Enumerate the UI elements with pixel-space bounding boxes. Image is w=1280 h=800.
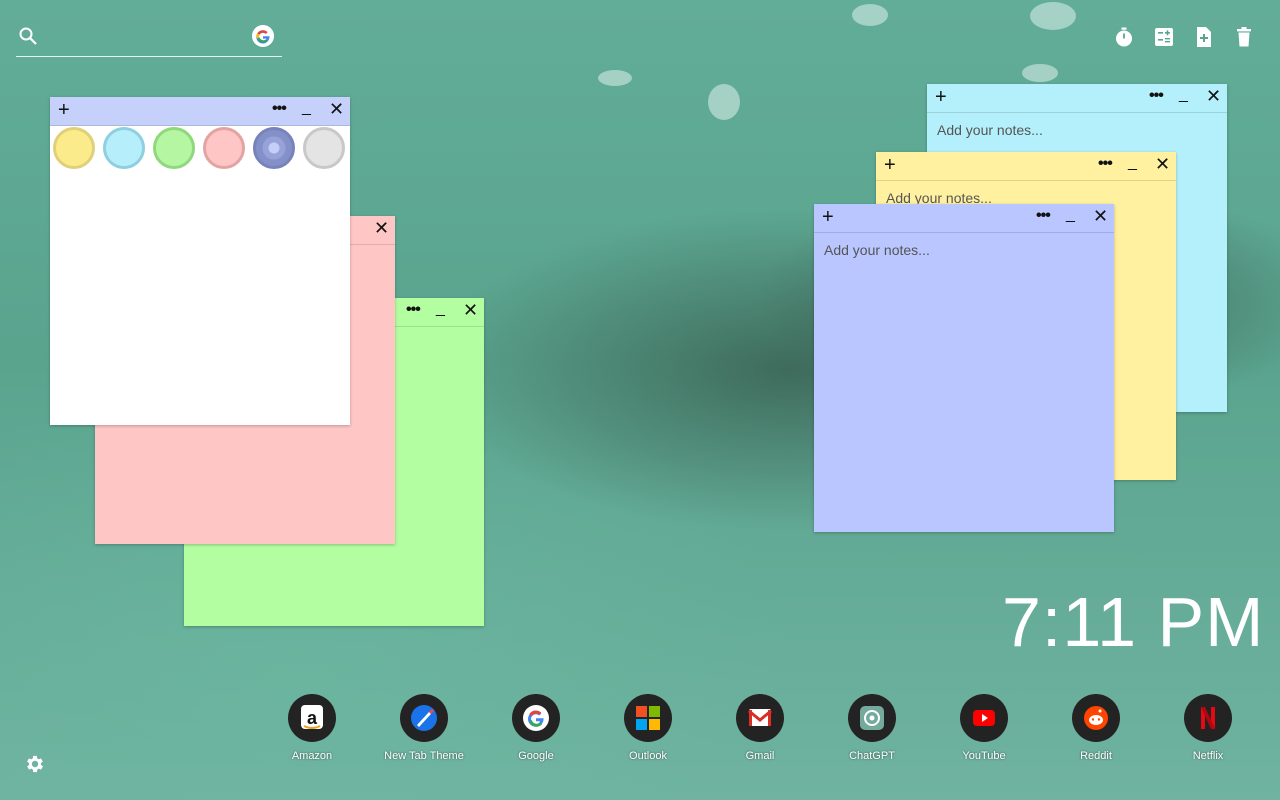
- bubble-decoration: [1022, 64, 1058, 82]
- color-swatch-green[interactable]: [153, 127, 195, 169]
- reddit-icon[interactable]: [1072, 694, 1120, 742]
- close-button[interactable]: ✕: [329, 100, 344, 118]
- add-note-button[interactable]: +: [58, 99, 70, 121]
- shortcut-new-tab-theme[interactable]: New Tab Theme: [369, 694, 479, 762]
- sticky-note-blue[interactable]: + ••• _ ✕ Add your notes...: [814, 204, 1114, 532]
- shortcut-google[interactable]: Google: [481, 694, 591, 762]
- shortcut-amazon[interactable]: a Amazon: [257, 694, 367, 762]
- shortcut-label: ChatGPT: [849, 750, 895, 762]
- search-bar[interactable]: [16, 24, 282, 57]
- more-options-button[interactable]: •••: [1098, 156, 1113, 172]
- more-options-button[interactable]: •••: [1036, 208, 1051, 224]
- shortcut-label: New Tab Theme: [384, 750, 464, 762]
- netflix-icon[interactable]: [1184, 694, 1232, 742]
- shortcut-label: Gmail: [745, 750, 775, 762]
- add-note-button[interactable]: +: [822, 206, 834, 228]
- add-note-button[interactable]: +: [884, 154, 896, 176]
- color-swatch-gray[interactable]: [303, 127, 345, 169]
- svg-text:a: a: [307, 708, 318, 728]
- more-options-button[interactable]: •••: [1149, 88, 1164, 104]
- color-swatch-pink[interactable]: [203, 127, 245, 169]
- minimize-button[interactable]: _: [1066, 206, 1075, 224]
- close-button[interactable]: ✕: [463, 301, 478, 319]
- calculator-icon[interactable]: [1153, 26, 1175, 48]
- note-titlebar[interactable]: + ••• _ ✕: [814, 204, 1114, 233]
- minimize-button[interactable]: _: [302, 99, 311, 117]
- close-button[interactable]: ✕: [1155, 155, 1170, 173]
- note-textarea[interactable]: Add your notes...: [824, 242, 1104, 258]
- shortcut-label: Amazon: [291, 750, 333, 762]
- close-button[interactable]: ✕: [1206, 87, 1221, 105]
- chatgpt-icon[interactable]: [848, 694, 896, 742]
- minimize-button[interactable]: _: [1128, 154, 1137, 172]
- bubble-decoration: [852, 4, 888, 26]
- shortcut-label: YouTube: [962, 750, 1006, 762]
- color-swatch-yellow[interactable]: [53, 127, 95, 169]
- add-note-icon[interactable]: [1193, 26, 1215, 48]
- youtube-icon[interactable]: [960, 694, 1008, 742]
- gear-icon[interactable]: [24, 753, 46, 775]
- trash-icon[interactable]: [1233, 26, 1255, 48]
- google-icon[interactable]: [252, 25, 274, 47]
- note-titlebar[interactable]: + ••• _ ✕: [927, 84, 1227, 113]
- timer-icon[interactable]: [1113, 26, 1135, 48]
- minimize-button[interactable]: _: [436, 300, 445, 318]
- color-palette-bar[interactable]: + ••• _ ✕: [50, 97, 350, 126]
- more-options-button[interactable]: •••: [406, 302, 421, 318]
- new-tab-theme-icon[interactable]: [400, 694, 448, 742]
- color-swatch-cyan[interactable]: [103, 127, 145, 169]
- bubble-decoration: [708, 84, 740, 120]
- outlook-icon[interactable]: [624, 694, 672, 742]
- bubble-decoration: [1030, 2, 1076, 30]
- search-icon[interactable]: [18, 26, 38, 46]
- sticky-note-white[interactable]: + ••• _ ✕: [50, 97, 350, 425]
- gmail-icon[interactable]: [736, 694, 784, 742]
- google-icon[interactable]: [512, 694, 560, 742]
- shortcut-outlook[interactable]: Outlook: [593, 694, 703, 762]
- note-textarea[interactable]: Add your notes...: [937, 122, 1217, 138]
- shortcut-chatgpt[interactable]: ChatGPT: [817, 694, 927, 762]
- shortcut-label: Google: [518, 750, 554, 762]
- shortcut-gmail[interactable]: Gmail: [705, 694, 815, 762]
- shortcut-label: Reddit: [1080, 750, 1112, 762]
- close-button[interactable]: ✕: [1093, 207, 1108, 225]
- add-note-button[interactable]: +: [935, 86, 947, 108]
- shortcut-youtube[interactable]: YouTube: [929, 694, 1039, 762]
- note-titlebar[interactable]: + ••• _ ✕: [876, 152, 1176, 181]
- clock: 7:11 PM: [1002, 583, 1265, 661]
- shortcut-label: Netflix: [1192, 750, 1224, 762]
- search-input[interactable]: [50, 26, 254, 50]
- minimize-button[interactable]: _: [1179, 86, 1188, 104]
- color-swatch-blue[interactable]: [253, 127, 295, 169]
- shortcut-reddit[interactable]: Reddit: [1041, 694, 1151, 762]
- shortcut-netflix[interactable]: Netflix: [1153, 694, 1263, 762]
- more-options-button[interactable]: •••: [272, 101, 287, 117]
- bubble-decoration: [598, 70, 632, 86]
- amazon-icon[interactable]: a: [288, 694, 336, 742]
- shortcut-label: Outlook: [629, 750, 667, 762]
- close-button[interactable]: ✕: [374, 219, 389, 237]
